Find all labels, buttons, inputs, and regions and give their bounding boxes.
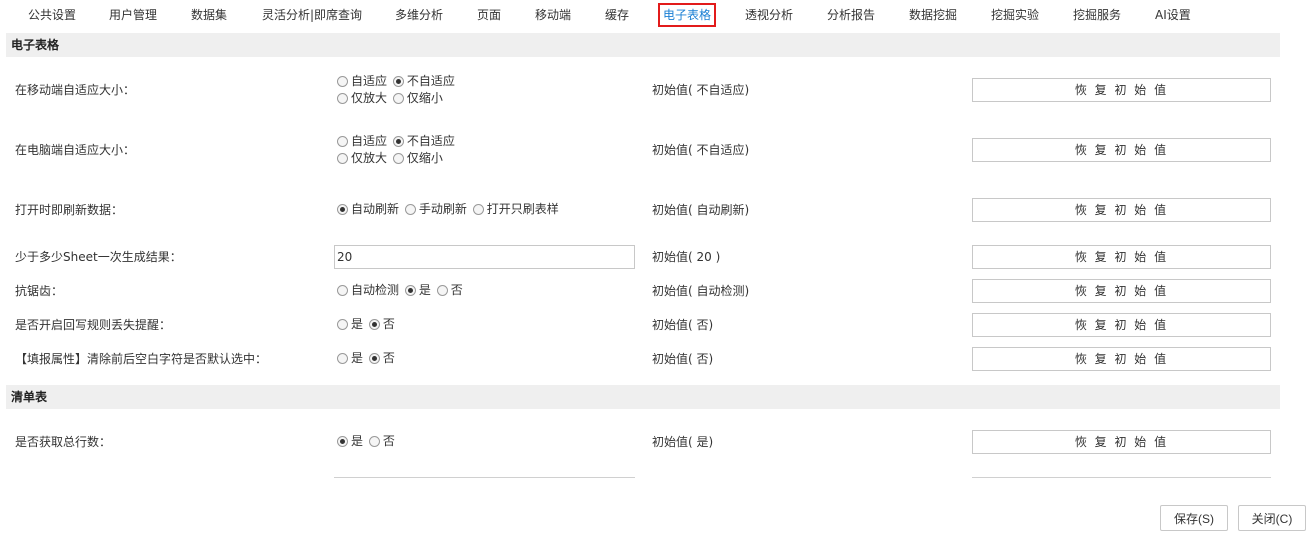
- radio-icon: [436, 285, 448, 296]
- writeback-reminder-label: 是否开启回写规则丢失提醒：: [15, 318, 172, 332]
- radio-icon: [404, 204, 416, 215]
- radio-icon: [368, 436, 380, 447]
- antialias-label: 抗锯齿：: [15, 284, 64, 298]
- sheet-threshold-label: 少于多少Sheet一次生成结果：: [15, 250, 182, 264]
- refresh-on-open-radio-group: 自动刷新 手动刷新 打开只刷表样: [337, 202, 561, 219]
- pc-enlarge-only-option[interactable]: 仅放大: [337, 151, 387, 166]
- tab-mining-service[interactable]: 挖掘服务: [1073, 3, 1121, 27]
- total-rows-reset-button[interactable]: 恢 复 初 始 值: [972, 430, 1271, 454]
- antialias-reset-button[interactable]: 恢 复 初 始 值: [972, 279, 1271, 303]
- mobile-adaptive-option[interactable]: 自适应: [337, 74, 387, 89]
- partial-button-edge: [972, 477, 1271, 478]
- pc-adaptive-initial-value: 初始值( 不自适应): [652, 143, 750, 157]
- tab-spreadsheet[interactable]: 电子表格: [658, 3, 717, 27]
- trim-whitespace-initial-value: 初始值( 否): [652, 352, 714, 366]
- section-header-spreadsheet: 电子表格: [6, 33, 1280, 57]
- writeback-yes-option[interactable]: 是: [337, 317, 363, 332]
- radio-icon: [337, 153, 348, 164]
- trim-whitespace-label: 【填报属性】清除前后空白字符是否默认选中：: [15, 352, 268, 366]
- tab-public-settings[interactable]: 公共设置: [28, 3, 76, 27]
- refresh-on-open-label: 打开时即刷新数据：: [15, 203, 124, 217]
- radio-checked-icon: [337, 436, 348, 447]
- radio-checked-icon: [368, 353, 380, 364]
- mobile-enlarge-only-option[interactable]: 仅放大: [337, 91, 387, 106]
- antialias-yes-option[interactable]: 是: [404, 283, 431, 298]
- tab-mobile[interactable]: 移动端: [535, 3, 571, 27]
- pc-shrink-only-option[interactable]: 仅缩小: [392, 151, 443, 166]
- pc-no-adaptive-option[interactable]: 不自适应: [392, 134, 455, 149]
- mobile-adaptive-radio-group: 自适应 不自适应 仅放大 仅缩小: [337, 74, 457, 108]
- radio-icon: [392, 93, 404, 104]
- tab-pivot-analysis[interactable]: 透视分析: [745, 3, 793, 27]
- tab-cache[interactable]: 缓存: [605, 3, 629, 27]
- sheet-threshold-initial-value: 初始值( 20 ): [652, 250, 721, 264]
- mobile-adaptive-initial-value: 初始值( 不自适应): [652, 83, 750, 97]
- radio-icon: [337, 353, 348, 364]
- auto-refresh-option[interactable]: 自动刷新: [337, 202, 399, 217]
- mobile-adaptive-reset-button[interactable]: 恢 复 初 始 值: [972, 78, 1271, 102]
- refresh-on-open-reset-button[interactable]: 恢 复 初 始 值: [972, 198, 1271, 222]
- radio-icon: [337, 319, 348, 330]
- total-rows-no-option[interactable]: 否: [368, 434, 395, 449]
- pc-adaptive-label: 在电脑端自适应大小：: [15, 143, 136, 157]
- radio-checked-icon: [337, 204, 348, 215]
- radio-checked-icon: [404, 285, 416, 296]
- mobile-shrink-only-option[interactable]: 仅缩小: [392, 91, 443, 106]
- tab-multidim-analysis[interactable]: 多维分析: [395, 3, 443, 27]
- total-rows-radio-group: 是 否: [337, 434, 397, 451]
- radio-checked-icon: [392, 136, 404, 147]
- antialias-initial-value: 初始值( 自动检测): [652, 284, 750, 298]
- tab-page[interactable]: 页面: [477, 3, 501, 27]
- tab-ai-settings[interactable]: AI设置: [1155, 3, 1191, 27]
- radio-icon: [472, 204, 484, 215]
- writeback-no-option[interactable]: 否: [368, 317, 395, 332]
- save-button[interactable]: 保存(S): [1160, 505, 1228, 531]
- total-rows-initial-value: 初始值( 是): [652, 435, 714, 449]
- trim-no-option[interactable]: 否: [368, 351, 395, 366]
- pc-adaptive-reset-button[interactable]: 恢 复 初 始 值: [972, 138, 1271, 162]
- radio-checked-icon: [368, 319, 380, 330]
- refresh-template-only-option[interactable]: 打开只刷表样: [472, 202, 559, 217]
- antialias-no-option[interactable]: 否: [436, 283, 463, 298]
- tab-flexible-analysis[interactable]: 灵活分析|即席查询: [262, 3, 362, 27]
- manual-refresh-option[interactable]: 手动刷新: [404, 202, 467, 217]
- close-button[interactable]: 关闭(C): [1238, 505, 1306, 531]
- tab-user-management[interactable]: 用户管理: [109, 3, 157, 27]
- radio-icon: [337, 285, 348, 296]
- sheet-threshold-input[interactable]: [334, 245, 635, 269]
- total-rows-label: 是否获取总行数：: [15, 435, 112, 449]
- pc-adaptive-radio-group: 自适应 不自适应 仅放大 仅缩小: [337, 134, 457, 168]
- radio-icon: [337, 136, 348, 147]
- mobile-adaptive-label: 在移动端自适应大小：: [15, 83, 136, 97]
- tab-data-mining[interactable]: 数据挖掘: [909, 3, 957, 27]
- partial-input-edge: [334, 477, 635, 478]
- antialias-radio-group: 自动检测 是 否: [337, 283, 465, 300]
- pc-adaptive-option[interactable]: 自适应: [337, 134, 387, 149]
- trim-whitespace-radio-group: 是 否: [337, 351, 397, 368]
- writeback-reminder-initial-value: 初始值( 否): [652, 318, 714, 332]
- tab-analysis-report[interactable]: 分析报告: [827, 3, 875, 27]
- writeback-reminder-reset-button[interactable]: 恢 复 初 始 值: [972, 313, 1271, 337]
- antialias-auto-option[interactable]: 自动检测: [337, 283, 399, 298]
- settings-tab-bar: 公共设置 用户管理 数据集 灵活分析|即席查询 多维分析 页面 移动端 缓存 电…: [0, 0, 1312, 30]
- mobile-no-adaptive-option[interactable]: 不自适应: [392, 74, 455, 89]
- total-rows-yes-option[interactable]: 是: [337, 434, 363, 449]
- refresh-on-open-initial-value: 初始值( 自动刷新): [652, 203, 750, 217]
- trim-whitespace-reset-button[interactable]: 恢 复 初 始 值: [972, 347, 1271, 371]
- radio-checked-icon: [392, 76, 404, 87]
- section-header-list-table: 清单表: [6, 385, 1280, 409]
- radio-icon: [392, 153, 404, 164]
- tab-dataset[interactable]: 数据集: [191, 3, 227, 27]
- radio-icon: [337, 93, 348, 104]
- sheet-threshold-reset-button[interactable]: 恢 复 初 始 值: [972, 245, 1271, 269]
- trim-yes-option[interactable]: 是: [337, 351, 363, 366]
- writeback-reminder-radio-group: 是 否: [337, 317, 397, 334]
- tab-mining-experiment[interactable]: 挖掘实验: [991, 3, 1039, 27]
- radio-icon: [337, 76, 348, 87]
